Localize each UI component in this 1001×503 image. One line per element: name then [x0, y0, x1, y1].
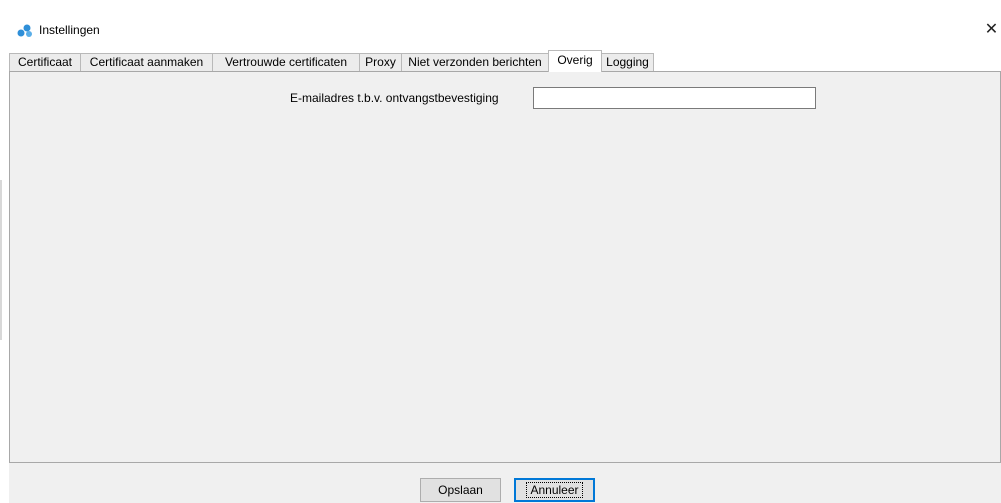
save-button-label: Opslaan [438, 483, 483, 497]
cancel-button[interactable]: Annuleer [514, 478, 595, 502]
email-label: E-mailadres t.b.v. ontvangstbevestiging [290, 91, 499, 105]
tab-niet-verzonden-berichten[interactable]: Niet verzonden berichten [401, 53, 549, 72]
tab-vertrouwde-certificaten[interactable]: Vertrouwde certificaten [212, 53, 360, 72]
save-button[interactable]: Opslaan [420, 478, 501, 502]
settings-panel [9, 71, 1001, 463]
tab-logging[interactable]: Logging [601, 53, 654, 72]
tab-proxy[interactable]: Proxy [359, 53, 402, 72]
app-logo-icon [17, 24, 32, 37]
email-input[interactable] [533, 87, 816, 109]
tab-strip: Certificaat Certificaat aanmaken Vertrou… [9, 50, 1001, 72]
cancel-button-label: Annuleer [526, 482, 583, 498]
window-edge [0, 180, 2, 340]
tab-overig[interactable]: Overig [548, 50, 602, 72]
tab-certificaat-aanmaken[interactable]: Certificaat aanmaken [80, 53, 213, 72]
window-title: Instellingen [39, 23, 100, 37]
close-icon[interactable]: ✕ [982, 19, 1001, 41]
tab-certificaat[interactable]: Certificaat [9, 53, 81, 72]
button-bar [9, 463, 1001, 503]
title-bar: Instellingen ✕ [0, 0, 1001, 48]
